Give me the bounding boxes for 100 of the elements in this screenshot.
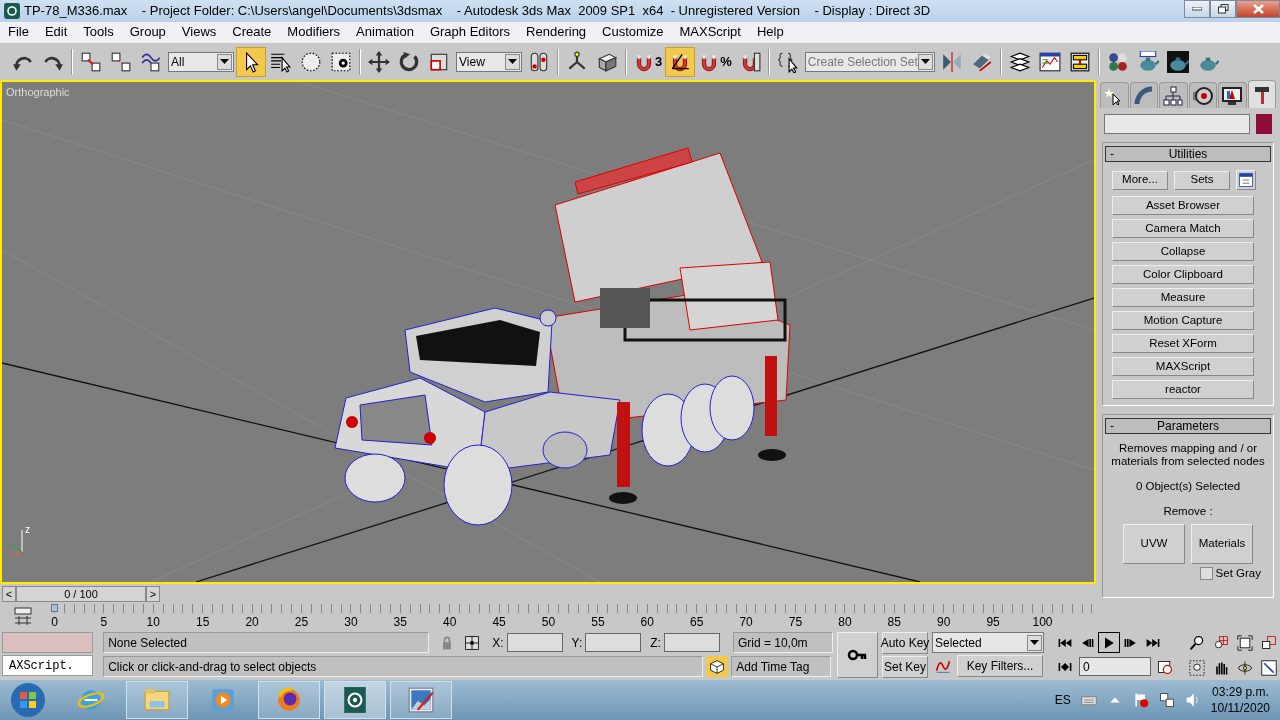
frame-number: 70 <box>739 614 753 631</box>
zoom-extents-all-icon <box>1261 634 1277 651</box>
maximize-button[interactable] <box>1210 0 1236 18</box>
timeline-mode-icon <box>12 606 33 626</box>
coordinate-field[interactable] <box>506 633 563 652</box>
panel-tab[interactable] <box>1247 80 1276 108</box>
frame-marker[interactable] <box>51 604 58 612</box>
menu-item[interactable]: Modifiers <box>279 22 349 42</box>
zoom-extents-button[interactable] <box>1234 632 1256 653</box>
coordinate-field[interactable] <box>663 633 720 652</box>
utility-button[interactable]: reactor <box>1112 380 1254 399</box>
time-tag-field[interactable]: Add Time Tag <box>731 656 832 677</box>
menu-item[interactable]: MAXScript <box>671 22 749 42</box>
auto-key-button[interactable]: Auto Key <box>882 632 928 654</box>
wheel-icon <box>1192 85 1213 106</box>
clock-date[interactable]: 10/11/2020 <box>1210 700 1270 716</box>
utility-button[interactable]: More... <box>1112 170 1168 190</box>
utility-button[interactable]: Motion Capture <box>1112 311 1254 330</box>
current-frame-field[interactable]: 0 <box>1079 657 1151 676</box>
dropdown-arrow-icon <box>920 59 930 64</box>
taskbar-app[interactable] <box>324 681 386 719</box>
menu-item[interactable]: Tools <box>75 22 122 42</box>
toolbar-button[interactable] <box>236 46 266 77</box>
toolbar-button[interactable]: 3 <box>630 46 666 77</box>
utility-button[interactable]: MAXScript <box>1112 357 1254 376</box>
checkbox[interactable] <box>1199 567 1213 580</box>
object-name-field[interactable] <box>1104 114 1250 134</box>
menu-item[interactable]: Create <box>224 22 280 42</box>
coordinate-field[interactable] <box>585 633 642 652</box>
language-indicator[interactable]: ES <box>1054 691 1071 709</box>
frame-number: 80 <box>838 614 852 631</box>
frame-number: 20 <box>245 614 259 631</box>
utility-button[interactable]: Color Clipboard <box>1112 265 1254 284</box>
key-mode-dropdown[interactable]: Selected <box>932 632 1044 653</box>
remove-button[interactable]: Materials <box>1191 524 1253 564</box>
toolbar-button[interactable] <box>665 46 696 77</box>
frame-number: 60 <box>640 614 654 631</box>
maximize-viewport-icon <box>1261 660 1277 676</box>
named-selection-icon <box>776 50 799 73</box>
configure-button[interactable] <box>1236 170 1256 190</box>
max-app-icon <box>341 686 369 714</box>
menu-item[interactable]: Edit <box>36 22 76 42</box>
remove-button[interactable]: UVW <box>1123 524 1185 564</box>
maximize-viewport-button[interactable] <box>1258 657 1280 679</box>
toolbar-button[interactable]: % <box>695 46 735 77</box>
squiggle-link-icon <box>140 50 162 73</box>
utility-button[interactable]: Collapse <box>1112 242 1254 261</box>
grid-size: Grid = 10,0m <box>732 632 833 653</box>
key-filters-button[interactable]: Key Filters... <box>957 655 1043 677</box>
close-icon <box>1252 4 1264 14</box>
frame-number: 0 <box>51 614 58 631</box>
panel-tab[interactable] <box>1159 82 1188 108</box>
dropdown[interactable]: All <box>168 51 234 72</box>
description-text: Removes mapping and / or materials from selected nodes <box>1110 442 1266 468</box>
utility-button[interactable]: Sets <box>1174 170 1230 190</box>
taskbar-app[interactable] <box>390 681 452 719</box>
utility-button[interactable]: Reset XForm <box>1112 334 1254 353</box>
coordinate-label: Y: <box>571 634 583 652</box>
menu-item[interactable]: File <box>0 22 37 42</box>
listener-output-field[interactable] <box>2 632 94 653</box>
dropdown[interactable]: View <box>456 51 522 72</box>
unlink-icon <box>110 50 132 73</box>
panel-tab[interactable] <box>1218 82 1247 108</box>
time-slider-thumb[interactable]: 0 / 100 <box>16 586 146 602</box>
panel-tab[interactable] <box>1188 82 1217 108</box>
menu-item[interactable]: Animation <box>348 22 422 42</box>
next-frame-button[interactable]: > <box>146 586 160 602</box>
rollout-header[interactable]: - Utilities <box>1105 146 1271 162</box>
previous-frame-button[interactable]: < <box>2 586 16 602</box>
clock-time[interactable]: 03:29 p.m. <box>1210 684 1270 700</box>
dropdown[interactable]: Create Selection Set <box>804 51 935 72</box>
rollout-header[interactable]: - Parameters <box>1105 418 1271 434</box>
panel-tab[interactable] <box>1100 82 1129 108</box>
frame-number: 50 <box>541 614 556 631</box>
menu-item[interactable]: Rendering <box>518 22 595 42</box>
rotate-icon <box>398 50 420 73</box>
set-key-button[interactable] <box>836 632 878 678</box>
region-zoom-button[interactable] <box>1186 657 1208 679</box>
time-configuration-icon <box>1157 658 1173 675</box>
frame-number: 90 <box>937 614 951 631</box>
frame-number: 30 <box>344 614 358 631</box>
close-button[interactable] <box>1236 0 1280 18</box>
menu-item[interactable]: Help <box>748 22 792 42</box>
taskbar-app[interactable] <box>258 681 320 719</box>
menu-item[interactable]: Group <box>121 22 174 42</box>
restore-icon <box>1217 4 1229 14</box>
utility-button[interactable]: Camera Match <box>1112 219 1254 238</box>
viewport[interactable]: Orthographic z <box>0 80 1096 584</box>
window-title: TP-78_M336.max - Project Folder: C:\Users\angel\Documents\3dsmax - Autodesk 3ds Max 2009 SP1 x64 - Unregistered Version - Display : Direct 3D <box>23 2 931 21</box>
dropdown-arrow-icon <box>1030 640 1039 645</box>
object-color-swatch[interactable] <box>1256 114 1272 134</box>
layers-icon <box>1008 50 1031 73</box>
set-key-toggle[interactable]: Set Key <box>882 656 928 678</box>
play-button[interactable] <box>1098 632 1120 653</box>
utility-button[interactable]: Measure <box>1112 288 1254 307</box>
menu-item[interactable]: Customize <box>594 22 672 42</box>
menu-item[interactable]: Graph Editors <box>421 22 519 42</box>
listener-input-field[interactable]: AXScript. <box>2 655 94 676</box>
menu-item[interactable]: Views <box>173 22 225 42</box>
utility-button[interactable]: Asset Browser <box>1112 196 1254 215</box>
